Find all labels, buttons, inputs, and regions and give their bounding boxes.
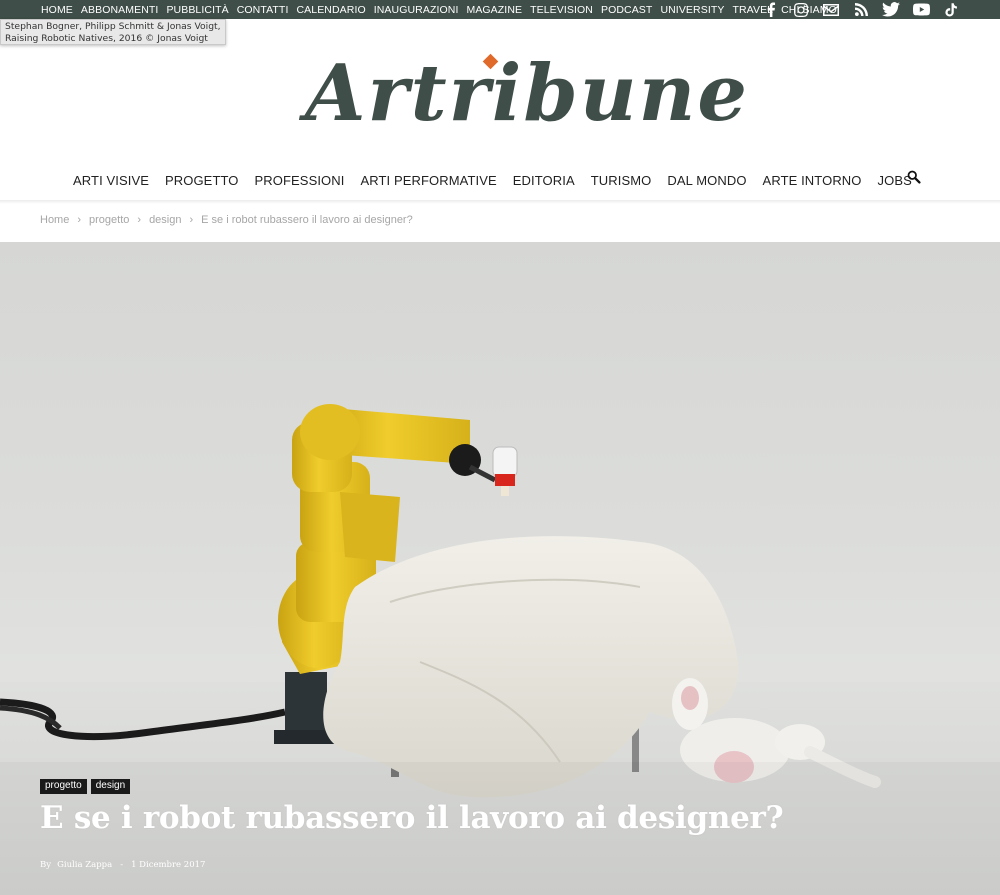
topnav-pubblicita[interactable]: PUBBLICITÀ	[166, 4, 228, 16]
by-label: By	[40, 860, 52, 870]
article-tags: progetto design	[40, 779, 131, 794]
tag-design[interactable]: design	[90, 779, 131, 794]
search-icon[interactable]	[907, 170, 923, 186]
topnav-abbonamenti[interactable]: ABBONAMENTI	[81, 4, 159, 16]
top-nav: HOME ABBONAMENTI PUBBLICITÀ CONTATTI CAL…	[41, 0, 845, 19]
mainnav-arti-visive[interactable]: ARTI VISIVE	[73, 173, 149, 188]
twitter-icon[interactable]	[882, 2, 900, 18]
logo-wordmark: Artribune	[305, 48, 749, 139]
nav-divider	[0, 200, 1000, 204]
article-title: E se i robot rubassero il lavoro ai desi…	[40, 800, 784, 836]
breadcrumb-separator: ›	[137, 214, 142, 226]
article-meta: By Giulia Zappa - 1 Dicembre 2017	[40, 860, 205, 870]
tooltip-line-1: Stephan Bogner, Philipp Schmitt & Jonas …	[5, 21, 221, 32]
breadcrumb-separator: ›	[77, 214, 82, 226]
topnav-inaugurazioni[interactable]: INAUGURAZIONI	[374, 4, 459, 16]
social-links	[762, 0, 960, 19]
tooltip-line-2: Raising Robotic Natives, 2016 © Jonas Vo…	[5, 32, 208, 44]
topnav-podcast[interactable]: PODCAST	[601, 4, 652, 16]
mainnav-progetto[interactable]: PROGETTO	[165, 173, 239, 188]
rss-icon[interactable]	[852, 2, 870, 18]
mainnav-dal-mondo[interactable]: DAL MONDO	[667, 173, 746, 188]
mainnav-arti-performative[interactable]: ARTI PERFORMATIVE	[360, 173, 496, 188]
site-logo[interactable]: Artribune	[305, 44, 749, 144]
topnav-calendario[interactable]: CALENDARIO	[296, 4, 365, 16]
facebook-icon[interactable]	[762, 2, 780, 18]
breadcrumb-separator: ›	[189, 214, 194, 226]
youtube-icon[interactable]	[912, 2, 930, 18]
topnav-university[interactable]: UNIVERSITY	[660, 4, 724, 16]
top-bar: HOME ABBONAMENTI PUBBLICITÀ CONTATTI CAL…	[0, 0, 1000, 19]
mainnav-professioni[interactable]: PROFESSIONI	[255, 173, 345, 188]
topnav-magazine[interactable]: MAGAZINE	[466, 4, 522, 16]
image-credit-tooltip: Stephan Bogner, Philipp Schmitt & Jonas …	[0, 19, 226, 45]
topnav-television[interactable]: TELEVISION	[530, 4, 593, 16]
tiktok-icon[interactable]	[942, 2, 960, 18]
breadcrumb-home[interactable]: Home	[40, 214, 69, 226]
main-nav: ARTI VISIVE PROGETTO PROFESSIONI ARTI PE…	[73, 170, 928, 190]
mainnav-arte-intorno[interactable]: ARTE INTORNO	[763, 173, 862, 188]
mainnav-editoria[interactable]: EDITORIA	[513, 173, 575, 188]
author-link[interactable]: Giulia Zappa	[57, 860, 112, 870]
mail-icon[interactable]	[822, 2, 840, 18]
robot-arm-photo	[0, 404, 1000, 895]
hero-image	[0, 242, 1000, 895]
meta-separator: -	[120, 860, 124, 870]
breadcrumb-design[interactable]: design	[149, 214, 181, 226]
mainnav-turismo[interactable]: TURISMO	[591, 173, 652, 188]
instagram-icon[interactable]	[792, 2, 810, 18]
tag-progetto[interactable]: progetto	[40, 779, 87, 794]
breadcrumb-progetto[interactable]: progetto	[89, 214, 129, 226]
breadcrumb: Home › progetto › design › E se i robot …	[40, 214, 413, 226]
breadcrumb-current: E se i robot rubassero il lavoro ai desi…	[201, 214, 413, 226]
topnav-home[interactable]: HOME	[41, 4, 73, 16]
topnav-contatti[interactable]: CONTATTI	[237, 4, 289, 16]
publish-date: 1 Dicembre 2017	[131, 860, 206, 870]
